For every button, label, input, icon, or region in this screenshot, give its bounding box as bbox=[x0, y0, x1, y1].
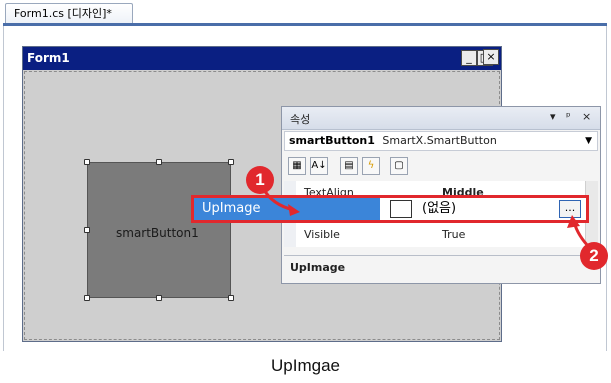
step-badge-1: 1 bbox=[246, 166, 274, 194]
step-badge-2: 2 bbox=[580, 242, 608, 270]
arrow-1-icon bbox=[261, 187, 300, 216]
annotation-arrows bbox=[261, 187, 592, 250]
figure-caption: UpImgae bbox=[271, 356, 340, 375]
